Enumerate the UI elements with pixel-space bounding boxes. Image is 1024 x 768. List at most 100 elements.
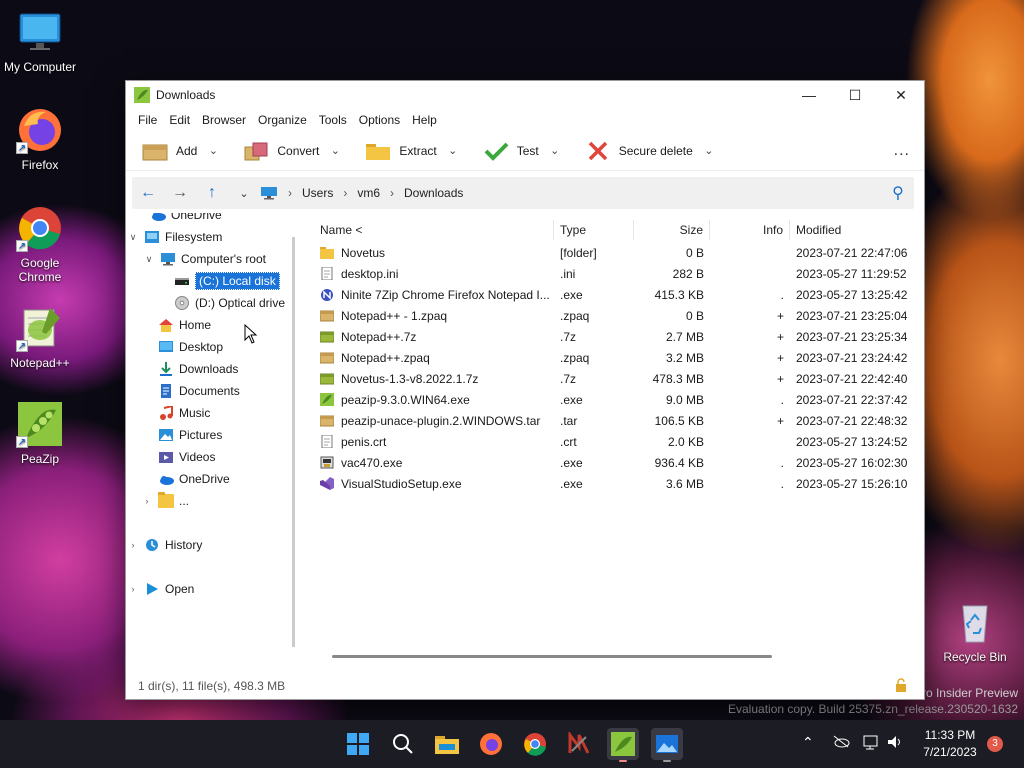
history-chevron-down-icon[interactable]: ⌄ (228, 187, 260, 200)
file-row[interactable]: Novetus [folder] 0 B 2023-07-21 22:47:06 (314, 242, 918, 263)
file-row[interactable]: peazip-unace-plugin.2.WINDOWS.tar .tar 106… (314, 410, 918, 431)
taskbar-chrome[interactable] (519, 728, 551, 760)
taskbar-search-button[interactable] (387, 728, 419, 760)
file-row[interactable]: Ninite 7Zip Chrome Firefox Notepad I....… (314, 284, 918, 305)
file-row[interactable]: VisualStudioSetup.exe .exe 3.6 MB. 2023-05-… (314, 473, 918, 494)
file-row[interactable]: peazip-9.3.0.WIN64.exe .exe 9.0 MB. 2023-07… (314, 389, 918, 410)
clock-time[interactable]: 11:33 PM (920, 728, 980, 742)
column-header-type[interactable]: Type (554, 220, 634, 240)
file-row[interactable]: Novetus-1.3-v8.2022.1.7z .7z 478.3 MB +2023… (314, 368, 918, 389)
desktop-icon-recycle-bin[interactable]: Recycle Bin (935, 598, 1015, 664)
up-arrow-icon[interactable]: ↑ (196, 184, 228, 202)
back-arrow-icon[interactable]: ← (132, 184, 164, 202)
tree-item-filesystem[interactable]: ∨ Filesystem (126, 227, 223, 247)
network-icon[interactable] (862, 734, 880, 753)
file-row[interactable]: penis.crt .crt 2.0 KB 2023-05-27 13:24:52 (314, 431, 918, 452)
column-header-name[interactable]: Name < (314, 220, 554, 240)
file-name-cell: Ninite 7Zip Chrome Firefox Notepad I... (314, 288, 554, 302)
menu-edit[interactable]: Edit (163, 113, 196, 127)
extract-button[interactable]: Extract (359, 135, 442, 167)
chevron-down-icon[interactable]: ∨ (142, 254, 156, 265)
horizontal-scrollbar[interactable] (332, 655, 772, 658)
tree-item-onedrive[interactable]: OneDrive (154, 469, 230, 489)
convert-dropdown-chevron-icon[interactable]: ⌄ (325, 144, 345, 157)
file-row[interactable]: Notepad++.zpaq .zpaq 3.2 MB +2023-07-21 23:… (314, 347, 918, 368)
computer-icon[interactable] (260, 186, 278, 200)
desktop-icon-peazip[interactable]: ↗ PeaZip (0, 400, 80, 466)
taskbar-ninite-app[interactable] (563, 728, 595, 760)
address-segment-vm6[interactable]: vm6 (347, 186, 390, 200)
tree-item-open[interactable]: › Open (126, 579, 195, 599)
tree-item-desktop[interactable]: Desktop (154, 337, 223, 357)
menu-organize[interactable]: Organize (252, 113, 313, 127)
menu-file[interactable]: File (132, 113, 163, 127)
tree-scrollbar[interactable] (292, 237, 295, 647)
minimize-button[interactable]: — (786, 81, 832, 109)
volume-icon[interactable] (886, 734, 904, 753)
tree-item-pictures[interactable]: Pictures (154, 425, 222, 445)
address-segment-users[interactable]: Users (292, 186, 343, 200)
add-dropdown-chevron-icon[interactable]: ⌄ (203, 144, 223, 157)
chevron-right-icon[interactable]: › (140, 496, 154, 506)
test-button[interactable]: Test (477, 135, 545, 167)
tree-item-home[interactable]: Home (154, 315, 211, 335)
close-button[interactable]: ✕ (878, 81, 924, 109)
chevron-right-icon[interactable]: › (126, 584, 140, 594)
desktop-icon-chrome[interactable]: ↗ Google Chrome (0, 204, 80, 284)
tree-item-optical-drive[interactable]: (D:) Optical drive (170, 293, 285, 313)
address-segment-downloads[interactable]: Downloads (394, 186, 473, 200)
tree-item-local-disk[interactable]: (C:) Local disk (170, 271, 280, 291)
file-name-cell: Novetus (314, 246, 554, 260)
taskbar-file-explorer[interactable] (431, 728, 463, 760)
test-dropdown-chevron-icon[interactable]: ⌄ (545, 144, 565, 157)
desktop-icon-my-computer[interactable]: My Computer (0, 8, 80, 74)
start-button[interactable] (342, 728, 374, 760)
chevron-down-icon[interactable]: ∨ (126, 232, 140, 243)
show-hidden-icons-chevron-up-icon[interactable]: ⌃ (802, 734, 814, 751)
file-type: .zpaq (560, 308, 590, 323)
tree-item-videos[interactable]: Videos (154, 447, 215, 467)
taskbar-peazip[interactable] (607, 728, 639, 762)
clock-date[interactable]: 7/21/2023 (920, 745, 980, 759)
tree-item-onedrive-top[interactable]: OneDrive (146, 213, 222, 225)
menu-browser[interactable]: Browser (196, 113, 252, 127)
file-row[interactable]: Notepad++ - 1.zpaq .zpaq 0 B +2023-07-21 23… (314, 305, 918, 326)
tree-item-computer-root[interactable]: ∨ Computer's root (142, 249, 266, 269)
tree-item-music[interactable]: Music (154, 403, 210, 423)
taskbar-photos[interactable] (651, 728, 683, 762)
tree-label: Desktop (179, 340, 224, 354)
notepadpp-icon: ↗ (16, 304, 64, 352)
menu-options[interactable]: Options (353, 113, 406, 127)
extract-folder-icon (365, 141, 391, 161)
desktop-icon-firefox[interactable]: ↗ Firefox (0, 106, 80, 172)
file-row[interactable]: desktop.ini .ini 282 B 2023-05-27 11:29:52 (314, 263, 918, 284)
tree-item-downloads[interactable]: Downloads (154, 359, 238, 379)
menu-help[interactable]: Help (406, 113, 443, 127)
tree-item-history[interactable]: › History (126, 535, 203, 555)
taskbar-firefox[interactable] (475, 728, 507, 760)
column-header-info[interactable]: Info (710, 220, 790, 240)
secure-delete-button[interactable]: Secure delete (579, 135, 699, 167)
file-name: Novetus (341, 245, 386, 260)
column-header-modified[interactable]: Modified (790, 220, 918, 240)
file-row[interactable]: Notepad++.7z .7z 2.7 MB +2023-07-21 23:25:3… (314, 326, 918, 347)
more-options-icon[interactable]: ... (894, 142, 910, 160)
tree-item-more[interactable]: › ... (140, 491, 189, 511)
maximize-button[interactable]: ☐ (832, 81, 878, 109)
desktop-icon-notepadpp[interactable]: ↗ Notepad++ (0, 304, 80, 370)
chevron-right-icon[interactable]: › (126, 540, 140, 550)
tree-item-documents[interactable]: Documents (154, 381, 240, 401)
forward-arrow-icon[interactable]: → (164, 184, 196, 202)
secure-delete-dropdown-chevron-icon[interactable]: ⌄ (699, 144, 719, 157)
search-icon[interactable]: ⚲ (882, 183, 914, 203)
column-header-size[interactable]: Size (634, 220, 710, 240)
menu-tools[interactable]: Tools (313, 113, 353, 127)
extract-dropdown-chevron-icon[interactable]: ⌄ (443, 144, 463, 157)
add-button[interactable]: Add (136, 135, 203, 167)
convert-button[interactable]: Convert (237, 135, 325, 167)
titlebar[interactable]: Downloads — ☐ ✕ (126, 81, 924, 109)
file-row[interactable]: vac470.exe .exe 936.4 KB. 2023-05-27 16:02:… (314, 452, 918, 473)
notification-badge[interactable]: 3 (987, 736, 1003, 752)
cloud-offline-icon[interactable] (832, 734, 850, 751)
lock-icon[interactable] (894, 678, 908, 692)
